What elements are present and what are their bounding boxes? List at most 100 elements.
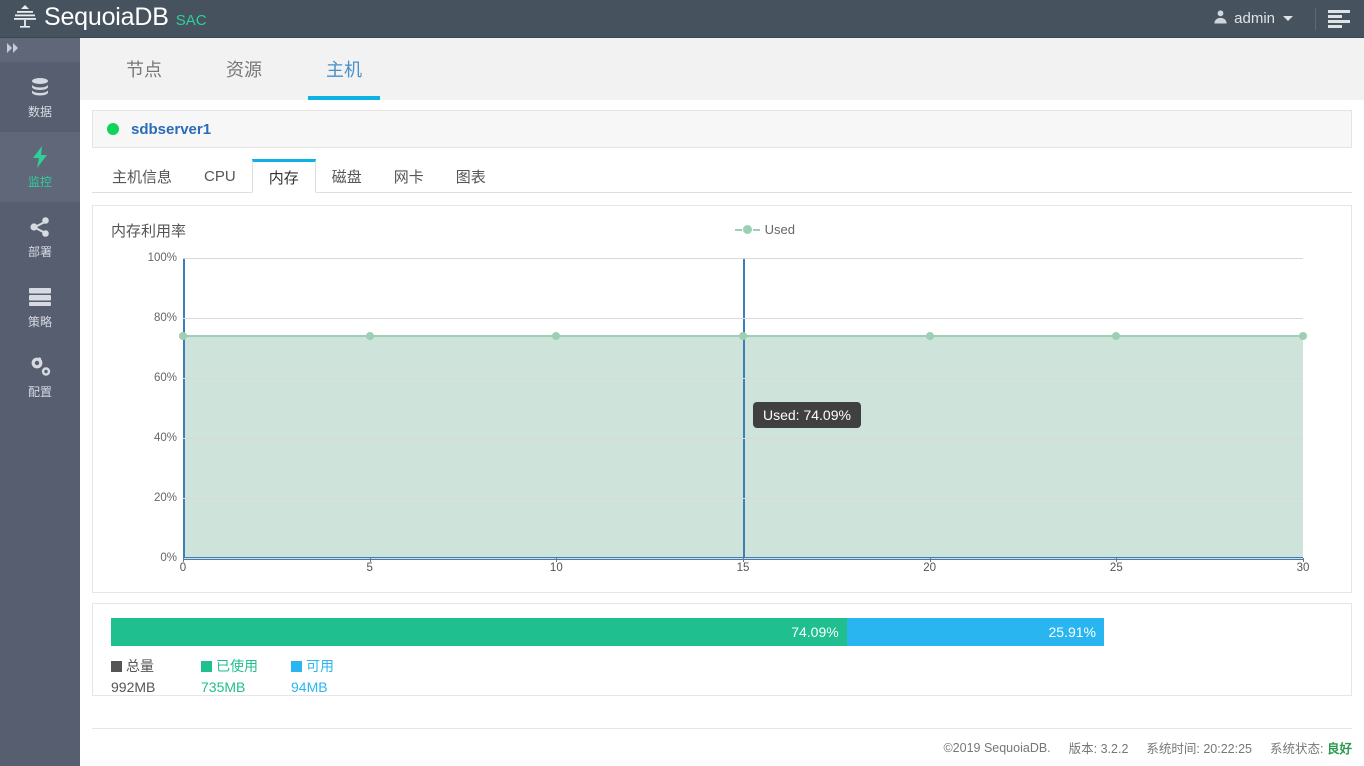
x-axis-tick-label: 20	[923, 562, 937, 574]
legend-label: 总量	[126, 658, 154, 674]
subtab-charts[interactable]: 图表	[440, 160, 502, 192]
sidebar-item-label: 配置	[27, 384, 52, 399]
gridline	[183, 258, 1303, 259]
legend-label: 可用	[306, 658, 334, 674]
host-panel-header[interactable]: sdbserver1	[92, 110, 1352, 148]
memory-usage-bar-card: 74.09% 25.91% 总量 992MB 已使用 735MB 可用 94MB	[92, 603, 1352, 696]
subtab-label: 磁盘	[331, 168, 362, 186]
y-axis-tick-label: 60%	[153, 372, 177, 384]
crosshair-line	[743, 258, 745, 558]
chart-legend[interactable]: Used	[734, 222, 795, 237]
footer-version: 版本: 3.2.2	[1068, 742, 1129, 756]
tab-label: 节点	[126, 60, 162, 80]
data-point[interactable]	[739, 331, 747, 340]
user-name: admin	[1234, 10, 1275, 27]
tree-icon	[12, 3, 38, 34]
sidebar-item-label: 数据	[27, 104, 52, 119]
gridline	[183, 378, 1303, 379]
subtab-disk[interactable]: 磁盘	[316, 160, 378, 192]
x-axis-tick-mark	[929, 558, 931, 562]
y-axis-tick-label: 100%	[147, 252, 177, 264]
tab-nodes[interactable]: 节点	[94, 38, 194, 100]
subtab-cpu[interactable]: CPU	[188, 160, 252, 192]
subtab-label: 内存	[268, 169, 299, 187]
tab-label: 主机	[326, 60, 362, 80]
chevron-double-right-icon	[6, 41, 22, 60]
subtab-network[interactable]: 网卡	[378, 160, 440, 192]
brand-name: SequoiaDB	[44, 3, 169, 31]
x-axis-tick-mark	[183, 558, 184, 562]
tab-hosts[interactable]: 主机	[294, 38, 394, 100]
tab-resources[interactable]: 资源	[194, 38, 294, 100]
subtab-memory[interactable]: 内存	[251, 159, 316, 193]
legend-value: 992MB	[111, 679, 156, 695]
gridline	[183, 498, 1303, 499]
y-axis-tick-label: 80%	[153, 312, 177, 324]
y-axis-tick-label: 40%	[153, 432, 177, 444]
data-point[interactable]	[1112, 331, 1121, 340]
brand-subtitle: SAC	[175, 12, 207, 29]
sidebar-item-data[interactable]: 数据	[0, 62, 80, 132]
chart-title: 内存利用率	[111, 223, 187, 240]
usage-bar-used-label: 74.09%	[791, 624, 839, 640]
data-point[interactable]	[1299, 331, 1307, 340]
x-axis-tick-mark	[1116, 558, 1118, 562]
x-axis-tick-mark	[556, 558, 558, 562]
main-tab-bar: 节点 资源 主机	[80, 38, 1364, 100]
data-point[interactable]	[552, 331, 561, 340]
sidebar-toggle-button[interactable]	[0, 38, 80, 62]
sidebar-item-config[interactable]: 配置	[0, 342, 80, 412]
footer-system-time: 系统时间: 20:22:25	[1146, 742, 1253, 756]
status-dot-green-icon	[107, 123, 119, 135]
subtab-label: 网卡	[393, 168, 424, 186]
x-axis-tick-label: 25	[1109, 562, 1123, 574]
x-axis-tick-label: 5	[366, 562, 373, 574]
data-point[interactable]	[365, 331, 374, 340]
sidebar-item-monitor[interactable]: 监控	[0, 132, 80, 202]
legend-swatch	[111, 660, 122, 672]
y-axis-tick-label: 20%	[153, 492, 177, 504]
sidebar-item-deploy[interactable]: 部署	[0, 202, 80, 272]
database-icon	[29, 75, 51, 99]
user-menu-button[interactable]: admin	[1203, 0, 1303, 37]
content-area: 节点 资源 主机 sdbserver1 主机信息 CPU 内存 磁盘 网卡 图表…	[80, 38, 1364, 766]
sidebar-item-strategy[interactable]: 策略	[0, 272, 80, 342]
usage-bar-legend: 总量 992MB 已使用 735MB 可用 94MB	[111, 656, 1333, 695]
y-axis-line	[183, 258, 185, 558]
server-list-icon	[28, 285, 52, 309]
sidebar-item-label: 部署	[27, 244, 52, 259]
usage-bar: 74.09% 25.91%	[111, 618, 1104, 646]
footer-copyright: ©2019 SequoiaDB.	[943, 740, 1051, 755]
page-title: sdbserver1	[131, 120, 212, 138]
host-panel: sdbserver1 主机信息 CPU 内存 磁盘 网卡 图表 内存利用率 Us…	[92, 110, 1352, 756]
chart-plot-area[interactable]: 0 5 10 15 20 25 30 Used: 74.09% 0% 20% 40% 60% 80%…	[111, 248, 1323, 583]
sidebar: 数据 监控 部署 策略 配置	[0, 38, 80, 766]
chart-tooltip: Used: 74.09%	[753, 402, 861, 428]
gridline	[183, 318, 1303, 319]
brand-logo[interactable]: SequoiaDB SAC	[0, 3, 207, 34]
gears-icon	[28, 355, 52, 379]
share-nodes-icon	[29, 215, 51, 239]
footer: ©2019 SequoiaDB. 版本: 3.2.2 系统时间: 20:22:2…	[92, 728, 1352, 766]
legend-swatch	[201, 660, 212, 672]
x-axis-tick-mark	[743, 558, 744, 562]
x-axis-tick-label: 0	[179, 562, 187, 574]
chevron-down-icon	[1283, 16, 1293, 21]
y-axis-tick-label: 0%	[160, 552, 177, 564]
data-point[interactable]	[179, 331, 187, 340]
legend-value: 735MB	[201, 679, 246, 695]
subtab-host-info[interactable]: 主机信息	[96, 160, 188, 192]
user-icon	[1213, 9, 1228, 28]
usage-bar-used-segment: 74.09%	[111, 618, 847, 646]
sidebar-item-label: 策略	[27, 314, 52, 329]
lightning-bolt-icon	[30, 145, 50, 169]
subtab-label: 图表	[455, 168, 486, 186]
footer-system-status: 系统状态: 良好	[1270, 738, 1352, 757]
legend-value: 94MB	[291, 679, 328, 695]
list-menu-icon[interactable]	[1328, 9, 1350, 28]
status-badge: 良好	[1326, 742, 1352, 756]
legend-item-used: 已使用 735MB	[201, 656, 291, 695]
legend-item-free: 可用 94MB	[291, 656, 381, 695]
x-axis-tick-mark	[369, 558, 371, 562]
data-point[interactable]	[925, 331, 934, 340]
